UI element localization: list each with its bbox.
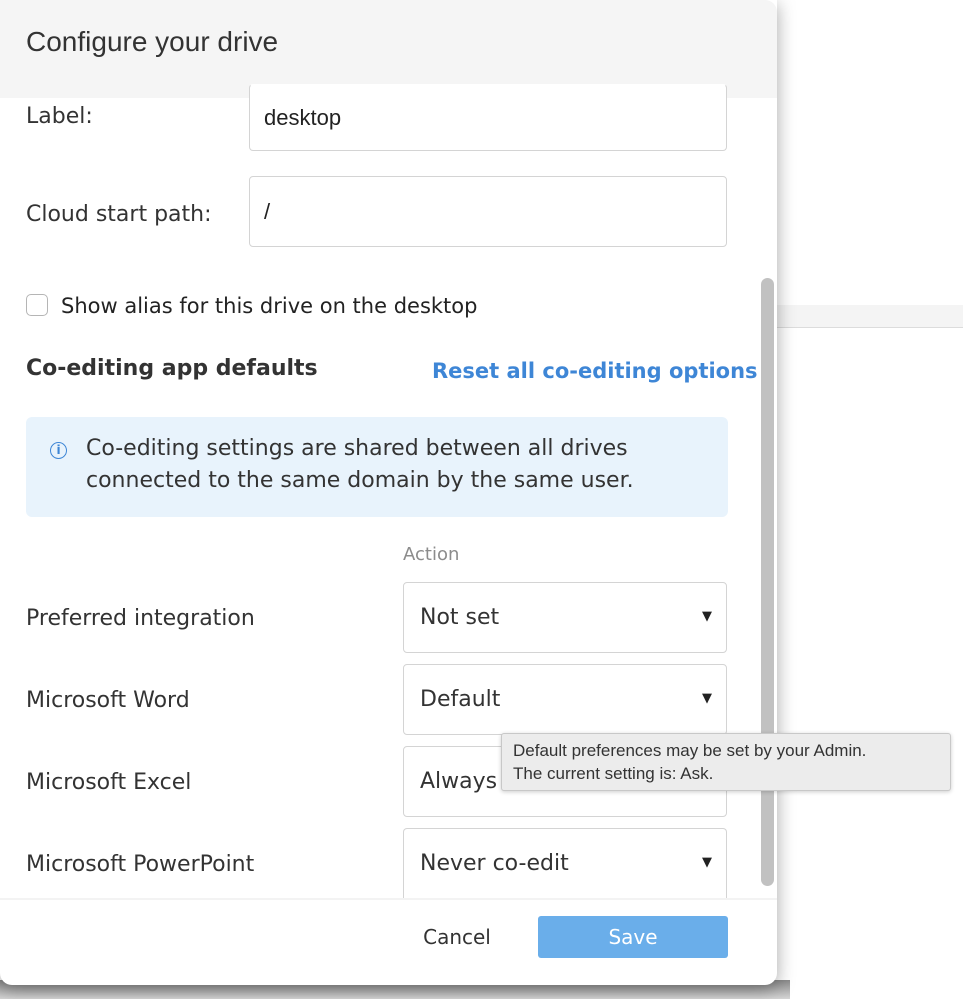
row-label-microsoft-excel: Microsoft Excel <box>26 770 192 795</box>
scrollbar-thumb[interactable] <box>761 278 774 886</box>
dialog-title: Configure your drive <box>26 26 279 57</box>
label-input[interactable] <box>249 84 727 151</box>
coediting-info-text: Co-editing settings are shared between a… <box>86 436 634 493</box>
microsoft-word-select[interactable]: Default ▼ <box>403 664 727 735</box>
tooltip-line-1: Default preferences may be set by your A… <box>513 741 867 760</box>
row-label-microsoft-powerpoint: Microsoft PowerPoint <box>26 852 255 877</box>
row-label-microsoft-word: Microsoft Word <box>26 688 190 713</box>
tooltip-line-2: The current setting is: Ask. <box>513 764 714 783</box>
cloud-start-path-label: Cloud start path: <box>26 202 212 227</box>
microsoft-powerpoint-select[interactable]: Never co-edit ▼ <box>403 828 727 898</box>
coediting-section-title: Co-editing app defaults <box>26 356 318 381</box>
cloud-start-path-input[interactable] <box>249 176 727 247</box>
caret-down-icon: ▼ <box>702 609 712 624</box>
info-circle-icon: i <box>50 442 67 459</box>
reset-coediting-link[interactable]: Reset all co-editing options <box>432 359 758 383</box>
admin-defaults-tooltip: Default preferences may be set by your A… <box>501 733 951 791</box>
coediting-info-box: i Co-editing settings are shared between… <box>26 417 728 517</box>
show-alias-label[interactable]: Show alias for this drive on the desktop <box>61 294 477 318</box>
cancel-button[interactable]: Cancel <box>407 916 507 958</box>
preferred-integration-select[interactable]: Not set ▼ <box>403 582 727 653</box>
label-field-label: Label: <box>26 104 93 129</box>
row-label-preferred-integration: Preferred integration <box>26 606 255 631</box>
save-button[interactable]: Save <box>538 916 728 958</box>
select-value: Default <box>420 687 501 712</box>
caret-down-icon: ▼ <box>702 855 712 870</box>
select-value: Not set <box>420 605 500 630</box>
show-alias-checkbox[interactable] <box>26 294 48 316</box>
select-value: Never co-edit <box>420 851 569 876</box>
footer-divider <box>0 898 777 900</box>
configure-drive-dialog: Configure your drive Label: Cloud start … <box>0 0 777 985</box>
action-column-header: Action <box>403 544 460 565</box>
background-window-strip <box>776 305 963 328</box>
caret-down-icon: ▼ <box>702 691 712 706</box>
